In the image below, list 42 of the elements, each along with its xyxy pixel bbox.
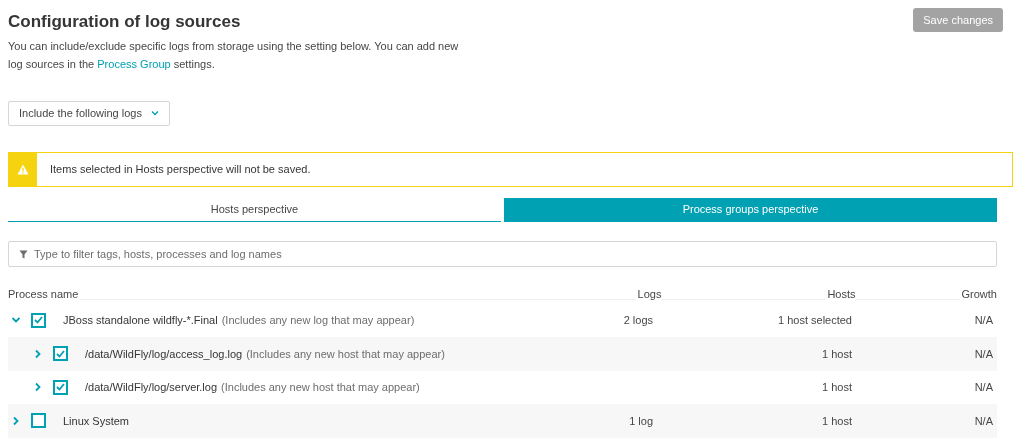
hosts-cell-text: 1 host bbox=[821, 380, 852, 395]
logs-cell-text: 2 logs bbox=[622, 313, 653, 328]
chevron-right-icon[interactable] bbox=[33, 348, 43, 359]
checkbox[interactable] bbox=[31, 413, 46, 429]
checkbox[interactable] bbox=[53, 346, 68, 362]
filter-icon bbox=[19, 249, 28, 259]
hosts-cell-text: 1 host selected bbox=[777, 313, 852, 328]
checkbox[interactable] bbox=[53, 379, 68, 395]
checkmark-icon bbox=[56, 383, 65, 392]
description-text: You can include/exclude specific logs from storage using the setting below. You can add new log sources in the Process Group settings. bbox=[8, 38, 460, 72]
column-header: Hosts bbox=[826, 287, 856, 302]
checkmark-icon bbox=[56, 349, 65, 358]
column-header: Process name bbox=[8, 287, 80, 302]
checkmark-icon bbox=[34, 316, 43, 325]
logs-cell-text: 1 log bbox=[628, 413, 653, 429]
process-name: JBoss standalone wildfly-*.Final bbox=[63, 313, 218, 328]
page-title: Configuration of log sources bbox=[8, 11, 241, 33]
perspective-tab[interactable]: Hosts perspective bbox=[8, 197, 501, 222]
process-note: (Includes any new host that may appear) bbox=[246, 346, 445, 362]
table-row[interactable]: Linux System 1 log 1 host N/A bbox=[8, 404, 997, 438]
chevron-right-icon[interactable] bbox=[33, 382, 43, 393]
process-name: Linux System bbox=[63, 413, 130, 429]
process-note: (Includes any new log that may appear) bbox=[221, 313, 415, 328]
column-header: Growth bbox=[960, 287, 997, 302]
growth-cell-text: N/A bbox=[973, 380, 994, 395]
process-note: (Includes any new host that may appear) bbox=[221, 380, 420, 395]
chevron-right-icon[interactable] bbox=[11, 415, 21, 426]
checkbox[interactable] bbox=[31, 312, 46, 328]
growth-cell-text: N/A bbox=[973, 346, 994, 362]
table-row[interactable]: /data/WildFly/log/access_log.log (Includes any new host that may appear) 1 host N/A bbox=[8, 337, 997, 371]
process-name: /data/WildFly/log/server.log bbox=[85, 380, 218, 395]
column-header: Logs bbox=[636, 287, 662, 302]
growth-cell-text: N/A bbox=[973, 313, 994, 328]
filter-field[interactable]: Type to filter tags, hosts, processes and log names bbox=[8, 240, 997, 267]
caret-icon bbox=[150, 110, 159, 116]
process-name: /data/WildFly/log/access_log.log bbox=[85, 346, 243, 362]
hosts-cell-text: 1 host bbox=[821, 413, 852, 429]
growth-cell-text: N/A bbox=[973, 413, 994, 429]
warning-icon bbox=[17, 163, 29, 175]
hosts-cell-text: 1 host bbox=[821, 346, 852, 362]
mode-dropdown[interactable]: Include the following logs bbox=[8, 100, 170, 126]
warning-text: Items selected in Hosts perspective will not be saved. bbox=[50, 161, 311, 177]
